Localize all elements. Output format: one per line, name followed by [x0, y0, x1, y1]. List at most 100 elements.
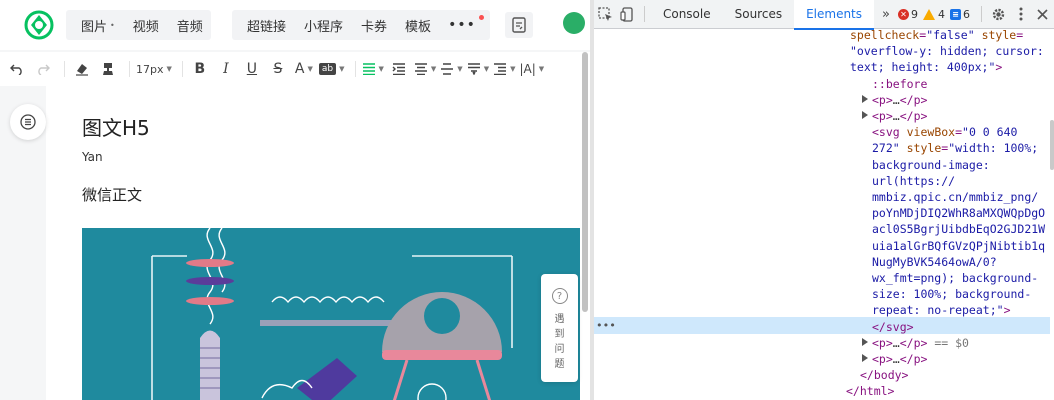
draft-box-icon[interactable]: [505, 12, 533, 38]
dom-node-line[interactable]: mmbiz.qpic.cn/mmbiz_png/: [872, 189, 1038, 205]
list-icon[interactable]: ▼: [493, 56, 515, 82]
dom-node-line[interactable]: <svg viewBox="0 0 640: [872, 124, 1017, 140]
dom-token: mmbiz.qpic.cn/mmbiz_png/: [872, 190, 1039, 204]
dom-node-line[interactable]: </body>: [860, 367, 908, 383]
menu-audio[interactable]: 音频: [168, 16, 212, 35]
underline-icon[interactable]: U: [241, 56, 263, 82]
inspect-element-icon[interactable]: [594, 0, 616, 29]
font-color-icon[interactable]: A ▼: [293, 56, 315, 82]
dom-token: text; height: 400px;": [850, 60, 996, 75]
dom-token: wx_fmt=png); background-: [872, 271, 1039, 285]
menu-miniprogram[interactable]: 小程序: [295, 16, 352, 35]
dom-node-line[interactable]: text; height: 400px;">: [850, 59, 1002, 75]
dom-node-line[interactable]: </svg>: [872, 319, 914, 335]
format-painter-icon[interactable]: [97, 56, 119, 82]
dom-node-line[interactable]: NugMyBVK5464owA/0?: [872, 254, 997, 270]
format-toolbar: 17px ▼ B I U S A ▼ ab ▼ ▼ ▼ ▼ ▼ ▼ |A| ▼: [0, 52, 590, 86]
dom-token: </html>: [846, 384, 895, 399]
warning-count-badge[interactable]: 4: [922, 8, 945, 21]
dom-node-line[interactable]: background-image:: [872, 157, 990, 173]
dom-token: </p>: [899, 92, 928, 107]
dom-token: style: [899, 141, 942, 156]
undo-icon[interactable]: [6, 56, 28, 82]
strikethrough-icon[interactable]: S: [267, 56, 289, 82]
menu-video[interactable]: 视频: [124, 16, 168, 35]
bold-icon[interactable]: B: [189, 56, 211, 82]
dom-node-line[interactable]: acl0S5BgrjUibdbEqO2GJD21W: [872, 221, 1045, 237]
align-icon[interactable]: ▼: [362, 56, 384, 82]
dom-node-line[interactable]: <p>…</p>: [862, 108, 927, 124]
dom-token: =: [955, 125, 963, 140]
toolbar-divider: [64, 61, 65, 77]
device-toolbar-icon[interactable]: [616, 0, 638, 29]
editor-pane: 图片 • 视频 音频 超链接 小程序 卡券 模板 ••• 17px ▼ B I U …: [0, 0, 590, 400]
tab-sources[interactable]: Sources: [723, 0, 794, 29]
expand-triangle-icon[interactable]: [862, 94, 868, 103]
article-title[interactable]: 图文H5: [82, 112, 150, 141]
dom-token: uia1alGrBQfGVzQPjNibtib1q: [872, 238, 1046, 253]
menu-image[interactable]: 图片 •: [72, 16, 124, 35]
outline-toggle-icon[interactable]: [10, 104, 46, 140]
editor-canvas[interactable]: 图文H5 Yan 微信正文: [46, 86, 590, 400]
settings-gear-icon[interactable]: [988, 0, 1010, 29]
dom-node-line[interactable]: uia1alGrBQfGVzQPjNibtib1q: [872, 238, 1045, 254]
avatar[interactable]: [563, 12, 585, 34]
clear-format-icon[interactable]: [71, 56, 93, 82]
tab-elements[interactable]: Elements: [794, 0, 875, 30]
dom-token: </p>: [899, 335, 928, 350]
close-icon[interactable]: [1032, 0, 1054, 29]
more-tabs-button[interactable]: »: [874, 7, 898, 22]
redo-icon[interactable]: [32, 56, 54, 82]
menu-template[interactable]: 模板: [396, 16, 440, 35]
indent-icon[interactable]: [388, 56, 410, 82]
paragraph-spacing-icon[interactable]: ▼: [467, 56, 489, 82]
dom-token: …: [892, 335, 900, 350]
dom-node-line[interactable]: <p>…</p> == $0: [862, 335, 969, 351]
dom-token: <p>: [872, 335, 893, 350]
article-author[interactable]: Yan: [82, 150, 103, 164]
justify-icon[interactable]: ▼: [414, 56, 436, 82]
dom-token: background-image:: [872, 157, 990, 172]
devtools-scrollbar[interactable]: [1050, 120, 1054, 170]
info-count-badge[interactable]: ≡ 6: [949, 8, 970, 21]
kebab-menu-icon[interactable]: [1010, 0, 1032, 29]
tab-console[interactable]: Console: [651, 0, 723, 29]
dom-node-line[interactable]: 272" style="width: 100%;: [872, 140, 1038, 156]
dom-node-line[interactable]: url(https://: [872, 173, 955, 189]
menu-card[interactable]: 卡券: [352, 16, 396, 35]
dom-node-line[interactable]: size: 100%; background-: [872, 286, 1031, 302]
more-menu-button[interactable]: •••: [440, 15, 484, 33]
dom-node-line[interactable]: wx_fmt=png); background-: [872, 270, 1038, 286]
dom-node-line[interactable]: "overflow-y: hidden; cursor:: [850, 43, 1044, 59]
background-color-icon[interactable]: ab ▼: [318, 56, 345, 82]
expand-triangle-icon[interactable]: [862, 111, 868, 119]
menu-hyperlink[interactable]: 超链接: [238, 16, 295, 35]
dom-token: style: [974, 28, 1017, 42]
dom-token: </svg>: [872, 319, 914, 334]
help-button[interactable]: ? 遇到问题: [541, 274, 578, 382]
dom-node-line[interactable]: </html>: [846, 383, 894, 399]
cover-illustration: [82, 228, 580, 400]
node-actions-dots[interactable]: •••: [596, 318, 616, 334]
dom-node-line[interactable]: <p>…</p>: [862, 92, 927, 108]
line-height-icon[interactable]: ▼: [440, 56, 463, 82]
dom-token: <svg: [872, 125, 900, 140]
dom-node-line[interactable]: <p>…</p>: [862, 351, 927, 367]
error-count-badge[interactable]: ✕ 9: [897, 8, 918, 21]
editor-scrollbar[interactable]: [582, 52, 588, 312]
cover-image[interactable]: [82, 228, 580, 400]
expand-triangle-icon[interactable]: [862, 337, 868, 346]
italic-icon[interactable]: I: [215, 56, 237, 82]
dom-node-line[interactable]: repeat: no-repeat;">: [872, 302, 1011, 318]
expand-triangle-icon[interactable]: [862, 354, 868, 362]
dom-node-line[interactable]: poYnMDjDIQ2WhR8aMXQWQpDgO: [872, 205, 1045, 221]
dom-node-line[interactable]: spellcheck="false" style=: [850, 27, 1023, 43]
question-icon: ?: [551, 288, 568, 304]
dom-node-line[interactable]: ::before: [872, 76, 927, 92]
elements-tree[interactable]: ••• spellcheck="false" style= "overflow-y…: [594, 27, 1054, 400]
article-body-text[interactable]: 微信正文: [82, 184, 142, 205]
letter-spacing-icon[interactable]: |A| ▼: [519, 56, 544, 82]
font-size-select[interactable]: 17px ▼: [136, 56, 172, 82]
dom-token: "0 0 640: [962, 125, 1018, 140]
devtools-toolbar: Console Sources Elements » ✕ 9 4 ≡ 6: [594, 0, 1054, 30]
